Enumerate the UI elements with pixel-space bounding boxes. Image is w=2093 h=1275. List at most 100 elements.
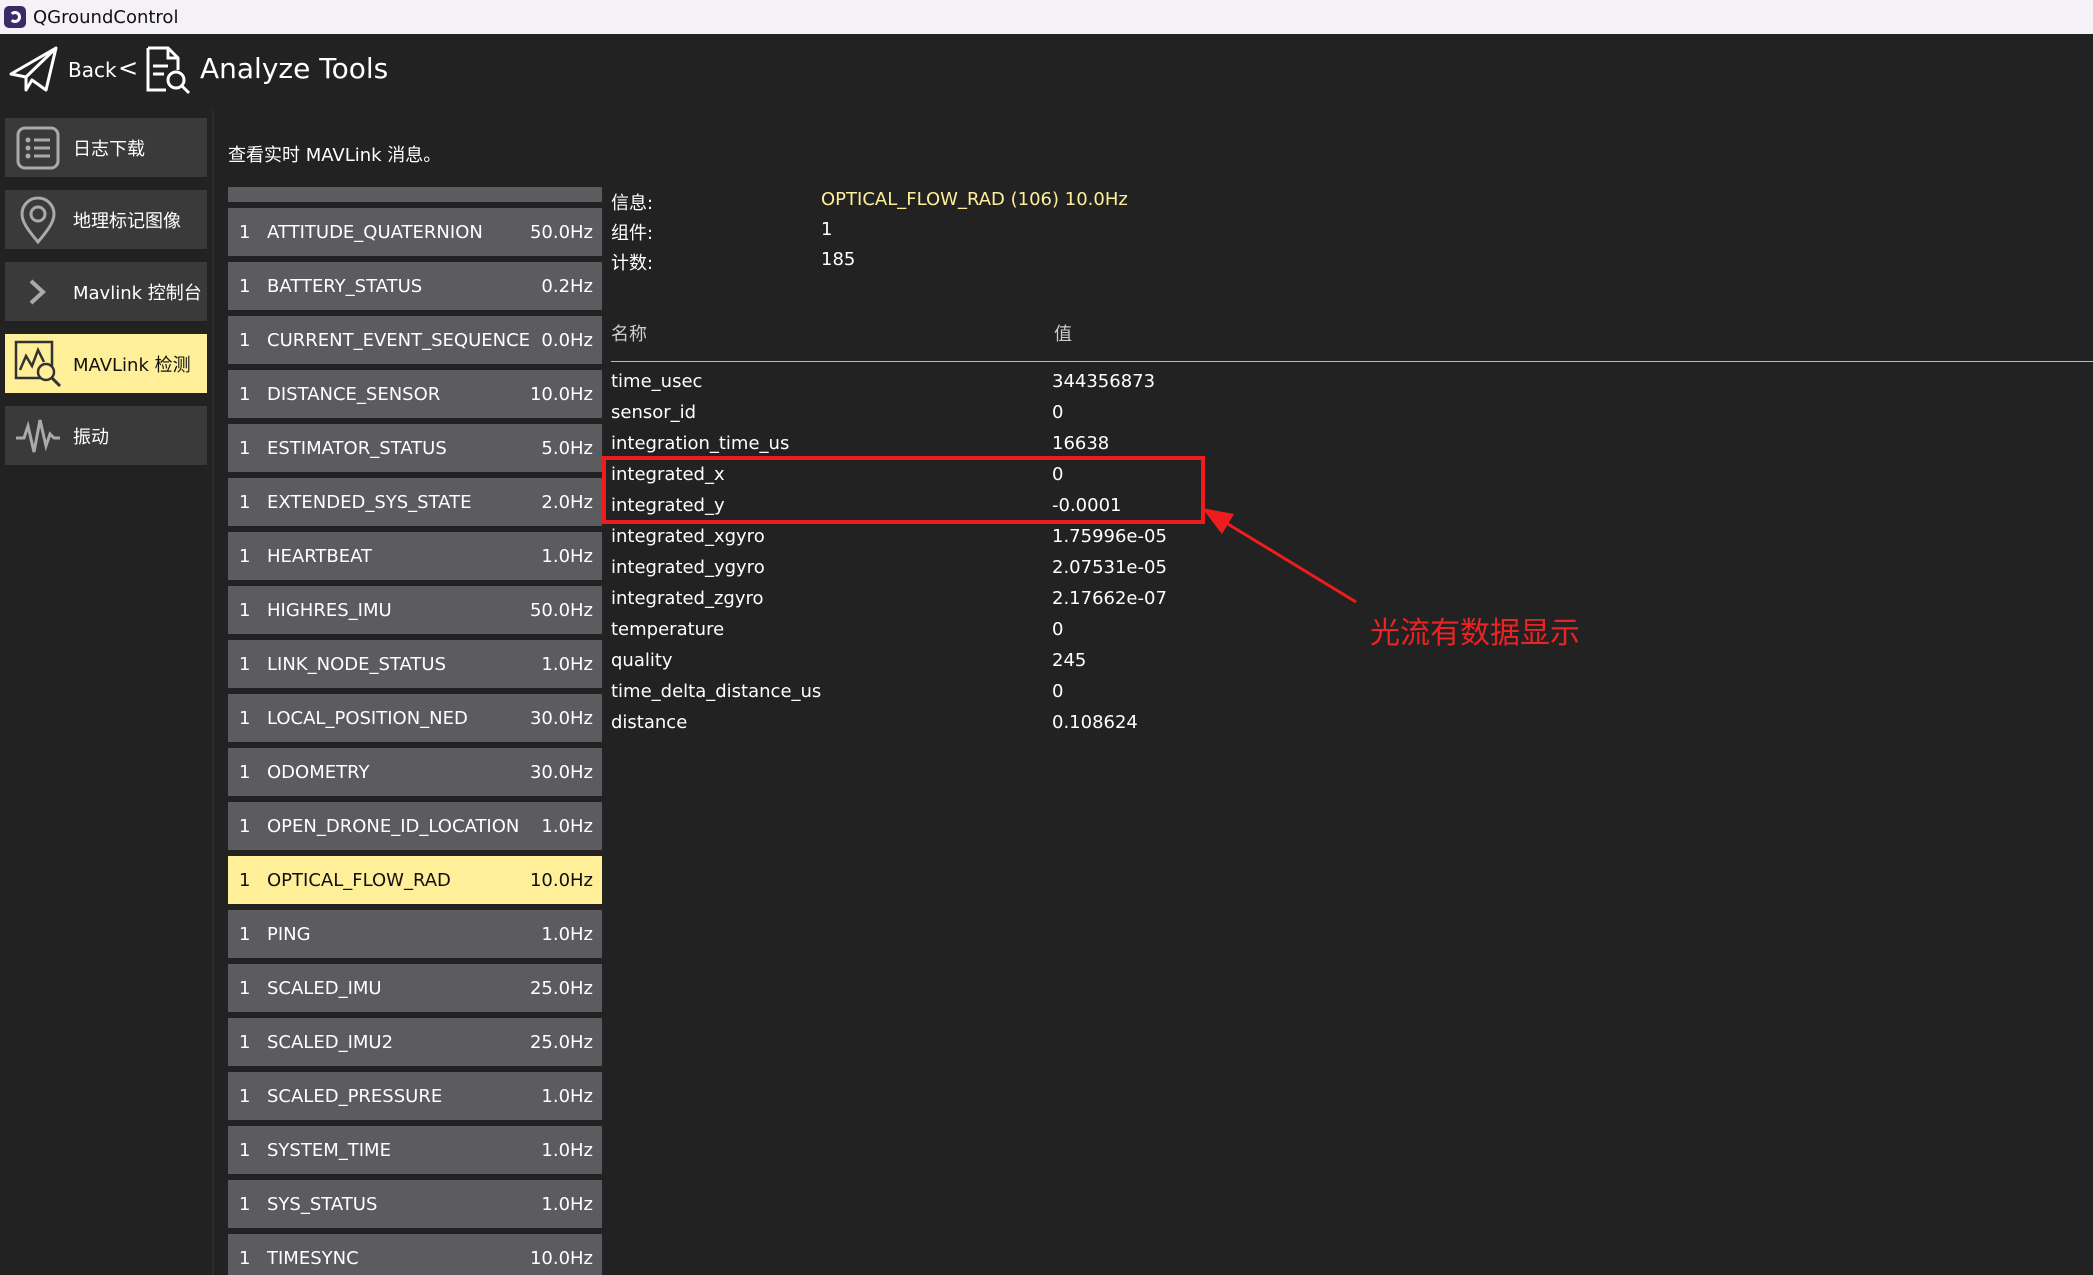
message-name: SYSTEM_TIME — [267, 1139, 391, 1161]
message-row[interactable]: 1 ATTITUDE_QUATERNION 50.0Hz — [228, 208, 602, 256]
message-component: 1 — [239, 1085, 251, 1107]
sidebar-item-label: 地理标记图像 — [73, 210, 181, 232]
message-rate: 1.0Hz — [541, 815, 593, 837]
message-row[interactable]: 1 SCALED_IMU2 25.0Hz — [228, 1018, 602, 1066]
field-name: sensor_id — [611, 402, 697, 423]
paper-plane-icon[interactable] — [8, 44, 60, 96]
sidebar-item-log-download[interactable]: 日志下载 — [5, 118, 207, 177]
message-name: LINK_NODE_STATUS — [267, 653, 447, 675]
sidebar-item-mavlink-console[interactable]: Mavlink 控制台 — [5, 262, 207, 321]
message-row[interactable]: 1 HIGHRES_IMU 50.0Hz — [228, 586, 602, 634]
sidebar-item-geotag-images[interactable]: 地理标记图像 — [5, 190, 207, 249]
message-row[interactable]: 1 HEARTBEAT 1.0Hz — [228, 532, 602, 580]
sidebar-item-label: 振动 — [73, 426, 109, 448]
list-icon — [13, 123, 63, 173]
message-name: ATTITUDE_QUATERNION — [267, 221, 483, 243]
message-row[interactable]: 1 ODOMETRY 30.0Hz — [228, 748, 602, 796]
field-value: 2.07531e-05 — [1052, 557, 1167, 578]
message-rate: 1.0Hz — [541, 1193, 593, 1215]
count-label: 计数: — [611, 253, 654, 274]
message-component: 1 — [239, 1247, 251, 1269]
message-name: HEARTBEAT — [267, 545, 373, 567]
message-rate: 1.0Hz — [541, 653, 593, 675]
message-row[interactable]: 1 LOCAL_POSITION_NED 30.0Hz — [228, 694, 602, 742]
window-titlebar: QGroundControl — [0, 0, 2093, 34]
message-rate: 10.0Hz — [529, 1247, 593, 1269]
message-name: ESTIMATOR_STATUS — [267, 437, 447, 459]
breadcrumb-separator: < — [118, 54, 139, 82]
message-list[interactable]: 1ATTITUDE50.0Hz1ATTITUDE_QUATERNION50.0H… — [228, 187, 602, 1275]
toolbar: Back < Analyze Tools — [0, 34, 2093, 110]
message-name: ODOMETRY — [267, 761, 370, 783]
message-row[interactable]: 1 OPTICAL_FLOW_RAD 10.0Hz — [228, 856, 602, 904]
message-row[interactable]: 1 SCALED_IMU 25.0Hz — [228, 964, 602, 1012]
window-title: QGroundControl — [33, 6, 179, 28]
message-component: 1 — [239, 1193, 251, 1215]
message-row[interactable]: 1 SCALED_PRESSURE 1.0Hz — [228, 1072, 602, 1120]
message-component: 1 — [228, 187, 267, 189]
message-name: OPEN_DRONE_ID_LOCATION — [267, 815, 520, 837]
sidebar-item-label: Mavlink 控制台 — [73, 282, 202, 304]
message-name: TIMESYNC — [267, 1247, 359, 1269]
field-value: 344356873 — [1052, 371, 1156, 392]
component-label: 组件: — [611, 223, 654, 244]
field-name: integration_time_us — [611, 433, 790, 454]
field-name: integrated_ygyro — [611, 557, 765, 578]
field-value: 0 — [1052, 402, 1064, 423]
message-name: SCALED_PRESSURE — [267, 1085, 443, 1107]
message-rate: 30.0Hz — [529, 761, 593, 783]
field-name: time_usec — [611, 371, 703, 392]
message-row[interactable]: 1 LINK_NODE_STATUS 1.0Hz — [228, 640, 602, 688]
message-row[interactable]: 1 SYSTEM_TIME 1.0Hz — [228, 1126, 602, 1174]
message-component: 1 — [239, 1031, 251, 1053]
message-rate: 1.0Hz — [541, 1139, 593, 1161]
field-name: temperature — [611, 619, 725, 640]
message-row[interactable]: 1 ESTIMATOR_STATUS 5.0Hz — [228, 424, 602, 472]
sidebar-divider — [212, 110, 214, 1275]
message-component: 1 — [239, 761, 251, 783]
message-row[interactable]: 1 PING 1.0Hz — [228, 910, 602, 958]
sidebar-item-mavlink-inspector[interactable]: MAVLink 检测 — [5, 334, 207, 393]
message-rate: 50.0Hz — [529, 221, 593, 243]
field-value: 2.17662e-07 — [1052, 588, 1167, 609]
message-component: 1 — [239, 383, 251, 405]
message-component: 1 — [239, 221, 251, 243]
field-value: 1.75996e-05 — [1052, 526, 1167, 547]
message-component: 1 — [239, 653, 251, 675]
message-rate: 30.0Hz — [529, 707, 593, 729]
field-name: integrated_zgyro — [611, 588, 764, 609]
message-name: CURRENT_EVENT_SEQUENCE — [267, 329, 531, 351]
document-search-icon — [146, 46, 191, 95]
message-row[interactable]: 1 EXTENDED_SYS_STATE 2.0Hz — [228, 478, 602, 526]
map-pin-icon — [13, 195, 63, 245]
message-row[interactable]: 1 OPEN_DRONE_ID_LOCATION 1.0Hz — [228, 802, 602, 850]
count-value: 185 — [821, 249, 856, 270]
field-name: integrated_xgyro — [611, 526, 765, 547]
back-button[interactable]: Back — [68, 58, 117, 82]
message-component: 1 — [239, 437, 251, 459]
sidebar-item-vibration[interactable]: 振动 — [5, 406, 207, 465]
message-name: LOCAL_POSITION_NED — [267, 707, 468, 729]
message-name: OPTICAL_FLOW_RAD — [267, 869, 451, 891]
message-row[interactable]: 1 BATTERY_STATUS 0.2Hz — [228, 262, 602, 310]
waveform-icon — [13, 411, 63, 461]
message-rate: 1.0Hz — [541, 923, 593, 945]
message-rate: 2.0Hz — [541, 491, 593, 513]
field-value: 0.108624 — [1052, 712, 1138, 733]
chart-search-icon — [13, 339, 63, 389]
message-name: SCALED_IMU2 — [267, 1031, 394, 1053]
message-component: 1 — [239, 599, 251, 621]
message-row[interactable]: 1 DISTANCE_SENSOR 10.0Hz — [228, 370, 602, 418]
message-component: 1 — [239, 545, 251, 567]
message-row[interactable]: 1 TIMESYNC 10.0Hz — [228, 1234, 602, 1275]
message-row[interactable]: 1 SYS_STATUS 1.0Hz — [228, 1180, 602, 1228]
message-row[interactable]: 1 CURRENT_EVENT_SEQUENCE 0.0Hz — [228, 316, 602, 364]
message-rate: 50.0Hz — [530, 187, 602, 189]
message-row[interactable]: 1ATTITUDE50.0Hz — [228, 187, 602, 202]
sidebar-item-label: 日志下载 — [73, 138, 145, 160]
field-name: distance — [611, 712, 688, 733]
message-rate: 25.0Hz — [529, 977, 593, 999]
message-component: 1 — [239, 869, 251, 891]
message-name: EXTENDED_SYS_STATE — [267, 491, 472, 513]
message-name: SCALED_IMU — [267, 977, 382, 999]
